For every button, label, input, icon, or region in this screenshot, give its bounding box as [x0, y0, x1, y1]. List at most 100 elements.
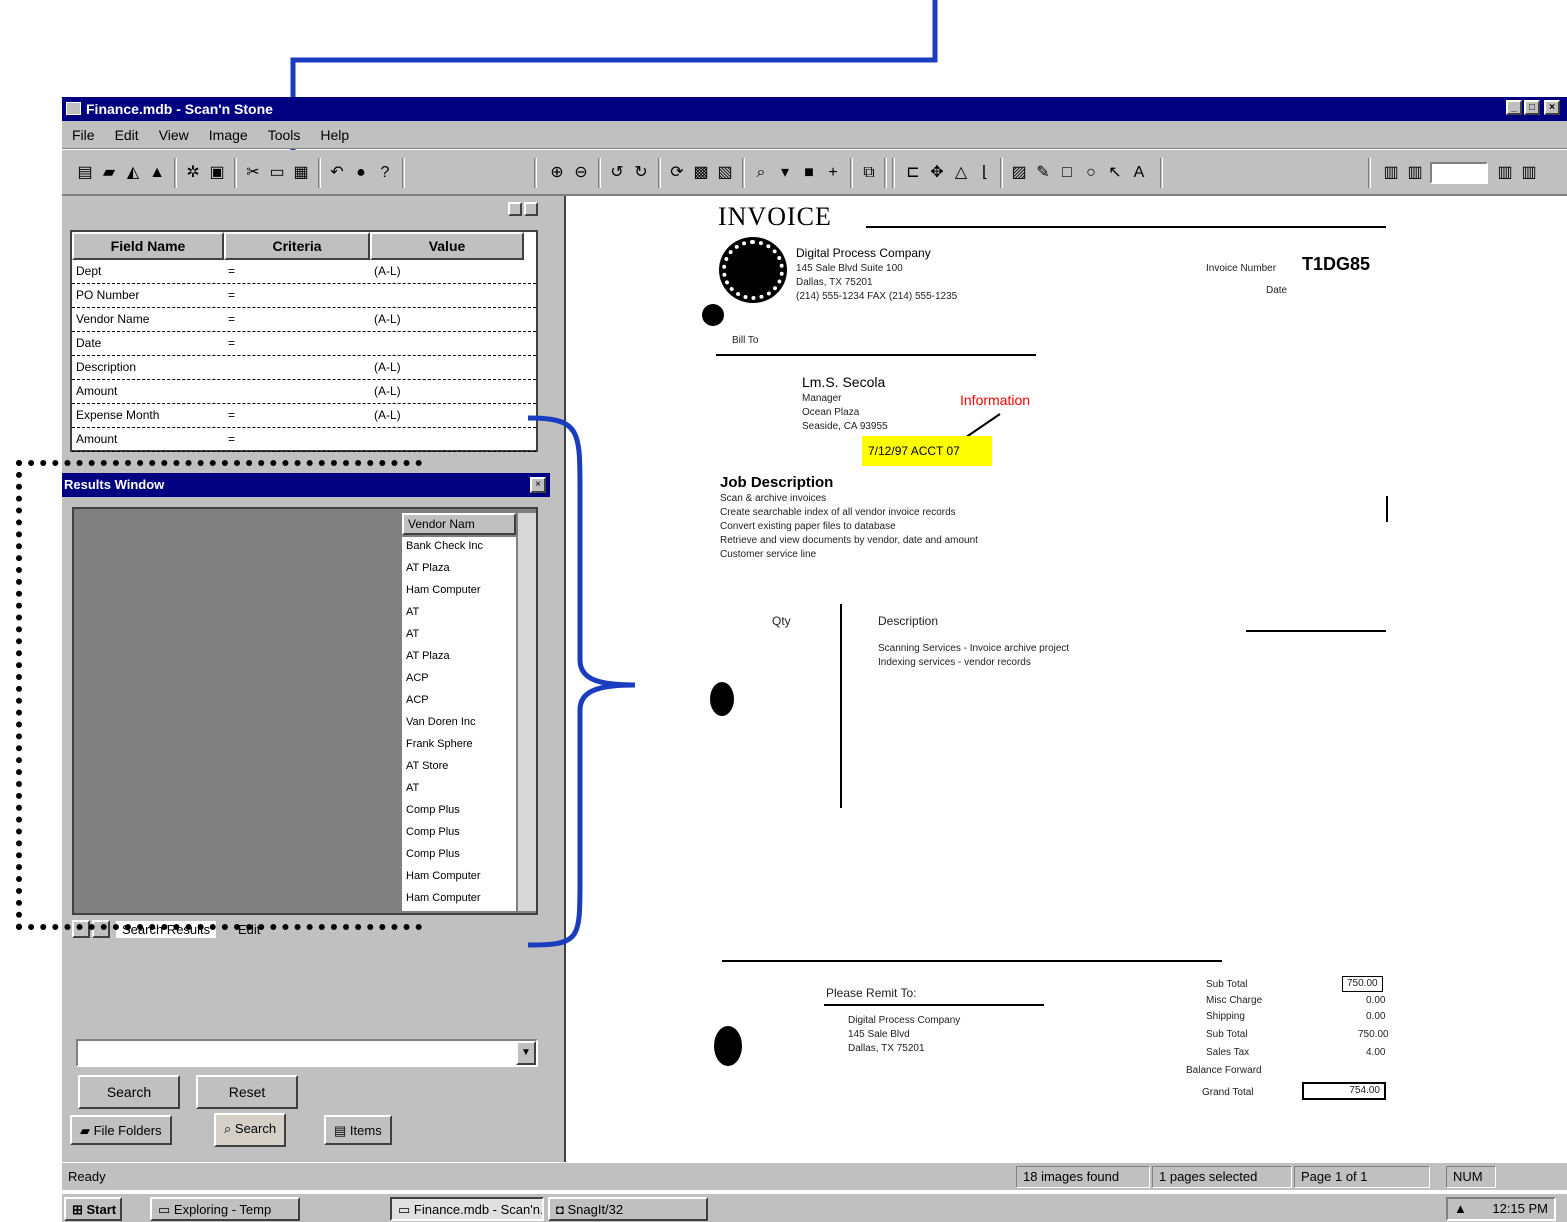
panel-restore-button[interactable] [508, 202, 522, 216]
ellipse-tool-icon[interactable]: ○ [1080, 162, 1102, 184]
new-icon[interactable]: ▤ [74, 162, 96, 184]
reset-button[interactable]: Reset [196, 1075, 298, 1109]
text-tool-icon[interactable]: A [1128, 162, 1150, 184]
blue-brace-annotation [527, 415, 636, 948]
menu-edit[interactable]: Edit [105, 121, 149, 143]
rectangle-tool-icon[interactable]: □ [1056, 162, 1078, 184]
windows-logo-icon: ⊞ [72, 1202, 87, 1217]
grid-row[interactable]: Date = [72, 332, 536, 356]
grid-row[interactable]: Description (A-L) [72, 356, 536, 380]
menu-bar: File Edit View Image Tools Help [62, 121, 1567, 149]
header-field-name[interactable]: Field Name [72, 232, 224, 260]
rotate-left-icon[interactable]: ↺ [606, 162, 628, 184]
rotate-right-icon[interactable]: ↻ [630, 162, 652, 184]
app-icon [66, 102, 81, 115]
menu-file[interactable]: File [62, 121, 105, 143]
hole-punch [714, 1026, 742, 1066]
arrow-tool-icon[interactable]: ✥ [926, 162, 948, 184]
scan-icon[interactable]: ◭ [122, 162, 144, 184]
saved-search-combo[interactable]: ▼ [76, 1039, 538, 1067]
stamp-icon[interactable]: ▨ [1008, 162, 1030, 184]
items-icon: ▤ [334, 1123, 350, 1138]
header-criteria[interactable]: Criteria [224, 232, 370, 260]
window-title: Finance.mdb - Scan'n Stone [86, 101, 273, 117]
page-next-icon[interactable]: ▥ [1494, 162, 1516, 184]
header-value[interactable]: Value [370, 232, 524, 260]
zoom-out-icon[interactable]: ⊖ [570, 162, 592, 184]
undo-icon[interactable]: ↶ [326, 162, 348, 184]
tab-file-folders[interactable]: ▰ File Folders [70, 1115, 172, 1145]
system-clock: ▲ 12:15 PM [1446, 1197, 1556, 1221]
grid-row[interactable]: Amount = [72, 428, 536, 452]
sticky-note-highlight[interactable]: 7/12/97 ACCT 07 [862, 436, 992, 466]
chevron-down-icon[interactable]: ▼ [516, 1041, 536, 1065]
bottom-tabs: ▰ File Folders ⌕ Search ▤ Items [62, 1113, 552, 1149]
copy-icon[interactable]: ▭ [266, 162, 288, 184]
task-finance[interactable]: ▭ Finance.mdb - Scan'n... [390, 1197, 544, 1221]
note-icon[interactable]: ✎ [1032, 162, 1054, 184]
document-viewer: INVOICE Digital Process Company 145 Sale… [552, 196, 1567, 1162]
menu-image[interactable]: Image [199, 121, 258, 143]
hole-punch [710, 682, 734, 716]
grid-row[interactable]: Dept = (A-L) [72, 260, 536, 284]
invoice-number: T1DG85 [1302, 254, 1371, 274]
select-icon[interactable]: ⧉ [858, 162, 880, 184]
tray-icon: ▲ [1454, 1201, 1467, 1216]
status-page: Page 1 of 1 [1294, 1166, 1430, 1188]
page-number-field[interactable] [1430, 162, 1488, 184]
annotate-icon[interactable]: ⊏ [902, 162, 924, 184]
grid-row[interactable]: PO Number = [72, 284, 536, 308]
search-doc-icon[interactable]: ⌕ [750, 162, 772, 184]
view-icon[interactable]: ■ [798, 162, 820, 184]
menu-tools[interactable]: Tools [258, 121, 311, 143]
status-ready: Ready [68, 1169, 106, 1184]
dropdown-icon[interactable]: ▾ [774, 162, 796, 184]
help-icon[interactable]: ? [374, 162, 396, 184]
status-num: NUM [1446, 1166, 1496, 1188]
title-bar: Finance.mdb - Scan'n Stone _ □ × [62, 97, 1567, 121]
settings-icon[interactable]: ✲ [182, 162, 204, 184]
panel-close-button[interactable] [524, 202, 538, 216]
search-button[interactable]: Search [78, 1075, 180, 1109]
open-icon[interactable]: ▰ [98, 162, 120, 184]
dotted-annotation-box [16, 460, 422, 930]
menu-view[interactable]: View [149, 121, 199, 143]
zoom-in-icon[interactable]: ⊕ [546, 162, 568, 184]
minimize-button[interactable]: _ [1506, 100, 1522, 115]
page-last-icon[interactable]: ▥ [1518, 162, 1540, 184]
highlight-tool-icon[interactable]: △ [950, 162, 972, 184]
export-icon[interactable]: ▣ [206, 162, 228, 184]
status-bar: Ready 18 images found 1 pages selected P… [62, 1162, 1567, 1190]
hole-punch [702, 304, 724, 326]
grid-row[interactable]: Vendor Name = (A-L) [72, 308, 536, 332]
paste-icon[interactable]: ▦ [290, 162, 312, 184]
pointer-tool-icon[interactable]: ↖ [1104, 162, 1126, 184]
search-controls: ▼ Search Reset ▰ File Folders ⌕ Search ▤… [62, 985, 552, 1162]
task-exploring[interactable]: ▭ Exploring - Temp [150, 1197, 300, 1221]
page-prev-icon[interactable]: ▥ [1404, 162, 1426, 184]
info-icon[interactable]: ● [350, 162, 372, 184]
cut-icon[interactable]: ✂ [242, 162, 264, 184]
tab-items[interactable]: ▤ Items [324, 1115, 392, 1145]
grid-row[interactable]: Expense Month = (A-L) [72, 404, 536, 428]
status-pages: 1 pages selected [1152, 1166, 1292, 1188]
fit-width-icon[interactable]: ▧ [714, 162, 736, 184]
close-button[interactable]: × [1544, 100, 1560, 115]
search-icon: ⌕ [224, 1121, 235, 1136]
start-button[interactable]: ⊞ Start [64, 1197, 122, 1221]
line-tool-icon[interactable]: ⌊ [974, 162, 996, 184]
tab-search[interactable]: ⌕ Search [214, 1113, 287, 1147]
maximize-button[interactable]: □ [1524, 100, 1540, 115]
menu-help[interactable]: Help [310, 121, 359, 143]
annotation-text: Information [960, 392, 1031, 408]
task-snagit[interactable]: ◘ SnagIt/32 [548, 1197, 708, 1221]
refresh-icon[interactable]: ⟳ [666, 162, 688, 184]
page-first-icon[interactable]: ▥ [1380, 162, 1402, 184]
toolbar: ▤ ▰ ◭ ▲ ✲ ▣ ✂ ▭ ▦ ↶ ● ? ⊕ ⊖ ↺ ↻ ⟳ ▩ ▧ ⌕ … [62, 150, 1567, 196]
criteria-grid: Field Name Criteria Value Dept = (A-L) PO … [70, 230, 538, 452]
print-icon[interactable]: ▲ [146, 162, 168, 184]
grid-row[interactable]: Amount (A-L) [72, 380, 536, 404]
fit-page-icon[interactable]: ▩ [690, 162, 712, 184]
add-icon[interactable]: + [822, 162, 844, 184]
taskbar: ⊞ Start ▭ Exploring - Temp ▭ Finance.mdb… [62, 1192, 1567, 1222]
